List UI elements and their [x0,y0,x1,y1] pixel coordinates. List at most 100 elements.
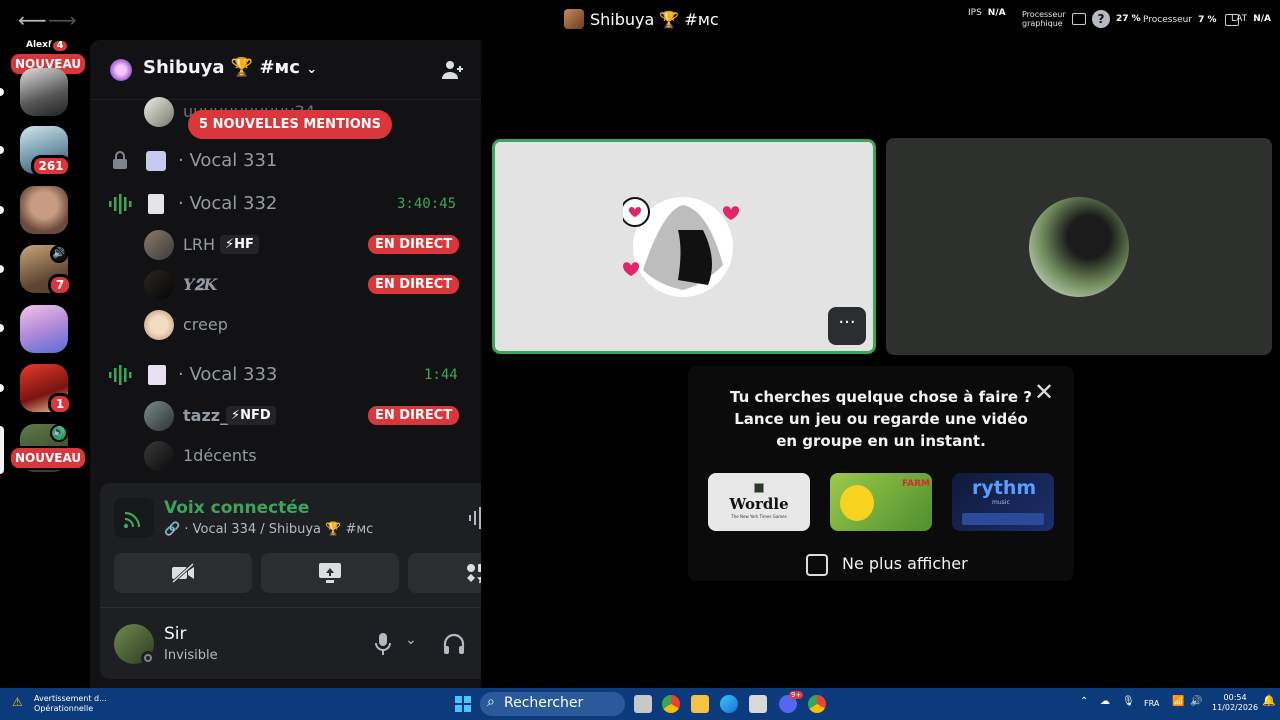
add-member-icon[interactable] [440,58,464,82]
chevron-down-icon[interactable]: ⌄ [405,632,417,648]
search-icon: ⌕ [487,694,495,710]
wordle-grid-icon [754,483,764,493]
hud-gpu-label-1: Processeur [1022,10,1066,19]
volume-icon[interactable]: 🔊 [1190,697,1202,707]
warning-status: Opérationnelle [34,704,94,713]
avatar [144,441,174,471]
headphones-icon[interactable] [442,632,466,656]
rail-badge-261: 261 [31,155,71,177]
server-badge-icon [110,59,132,81]
voice-channel-331[interactable]: · Vocal 331 [90,143,481,179]
rail-badge-1: 1 [48,393,72,415]
user-row-1decents[interactable]: 1décents [90,438,481,474]
hud-ips-value: N/A [987,8,1006,18]
user-name: 1décents [183,446,257,465]
hud-lat-label: LAT [1231,14,1248,24]
my-username[interactable]: Sir [164,624,187,644]
os-taskbar: ⚠ Avertissement d... Opérationnelle ⌕ Re… [0,688,1280,720]
rail-unread-pill [0,265,4,273]
activity-suggestion-panel: ✕ Tu cherches quelque chose à faire ? La… [688,366,1074,581]
wifi-icon[interactable]: 📶 [1172,697,1184,707]
dont-show-again-checkbox[interactable] [806,554,828,576]
participant-tile-goku[interactable] [886,138,1272,355]
participant-tile-anime[interactable]: ··· [491,138,877,355]
voice-channel-path: Vocal 334 / Shibuya 🏆 #ᴍᴄ [192,522,374,537]
clock-time: 00:54 [1223,693,1247,702]
link-icon: 🔗 [164,522,181,537]
avatar [144,270,174,300]
user-tag: ⚡HF [220,235,259,254]
taskbar-notification[interactable]: ⚠ Avertissement d... Opérationnelle [12,694,107,714]
user-name: creep [183,315,228,334]
lock-icon [110,150,130,170]
camera-button[interactable] [114,553,252,593]
edge-icon[interactable] [720,695,738,713]
user-name: tazz_ [183,406,229,425]
live-badge: EN DIRECT [368,275,460,294]
task-view-icon[interactable] [634,695,652,713]
user-row-y2k[interactable]: 𝒀𝟐𝑲 EN DIRECT [90,267,481,303]
avatar [144,230,174,260]
screen-share-icon [319,563,341,583]
channel-name: · Vocal 332 [178,193,278,214]
voice-channel-333[interactable]: · Vocal 333 1:44 [90,357,481,393]
notification-bell-icon[interactable]: 🔔 [1262,695,1276,706]
channel-name: · Vocal 331 [178,150,278,171]
rail-badge-7: 7 [48,274,72,296]
user-name: 𝒀𝟐𝑲 [183,275,218,294]
speaker-icon: 🔊 [50,245,68,263]
activity-prompt: Tu cherches quelque chose à faire ? Lanc… [730,388,1032,450]
user-row-creep[interactable]: creep [90,307,481,343]
microphone-icon[interactable] [374,632,392,656]
user-name: LRH [183,235,216,254]
rail-nouveau-bottom[interactable]: NOUVEAU [9,446,88,470]
rail-unread-pill [0,384,4,392]
taskbar-search[interactable]: ⌕ Rechercher [480,692,625,716]
clock[interactable]: 00:54 11/02/2026 [1212,693,1258,713]
help-icon[interactable]: ? [1092,10,1110,28]
avatar [144,310,174,340]
channel-timer: 3:40:45 [397,196,457,212]
back-arrow-icon[interactable]: ⟵ [18,8,47,32]
activity-card-rythm[interactable]: rythm music [952,473,1054,531]
hud-gpu-value: 27 % [1116,14,1141,24]
voice-stage: ··· ✕ Tu cherches quelque chose à faire … [481,40,1280,688]
voice-channel-link[interactable]: 🔗 · Vocal 334 / Shibuya 🏆 #ᴍᴄ [164,522,373,537]
server-header[interactable]: Shibuya 🏆 #ᴍᴄ ⌄ [90,40,481,100]
channel-emoji-icon [146,151,166,171]
windows-start-icon[interactable] [455,696,471,712]
activity-card-farm[interactable]: FARM [830,473,932,531]
user-row-lrh[interactable]: LRH ⚡HF EN DIRECT [90,227,481,263]
language-indicator[interactable]: FRA [1144,699,1159,709]
hud-lat: LAT N/A [1231,14,1271,24]
mic-tray-icon[interactable]: 🎙 [1122,697,1135,707]
chevron-up-icon[interactable]: ⌃ [1080,697,1088,707]
voice-activity-icon [109,194,132,214]
hud-ips: IPS N/A [968,8,1006,18]
server-icon-dark-art[interactable] [20,68,68,116]
voice-channel-332[interactable]: · Vocal 332 3:40:45 [90,186,481,222]
rail-unread-pill [0,324,4,332]
speaker-active-icon: 🔊 [50,424,68,442]
server-icon-pink[interactable] [20,305,68,353]
channel-sidebar: Shibuya 🏆 #ᴍᴄ ⌄ uuuuuuuuuuu34 5 NOUVELLE… [90,40,560,688]
cloud-icon[interactable]: ☁ [1100,697,1110,707]
user-row-tazz[interactable]: tazz_ ⚡NFD EN DIRECT [90,398,481,434]
activity-card-wordle[interactable]: Wordle The New York Times Games [708,473,810,531]
hud-cpu: Processeur 7 % [1143,14,1239,26]
discord-badge: 9+ [789,691,804,699]
file-explorer-icon[interactable] [691,695,709,713]
more-options-icon[interactable]: ··· [828,307,866,345]
server-icon-face[interactable] [20,186,68,234]
chrome-profile-icon[interactable] [808,695,826,713]
store-icon[interactable] [749,695,767,713]
new-mentions-banner[interactable]: 5 NOUVELLES MENTIONS [188,110,393,139]
forward-arrow-icon[interactable]: ⟶ [48,8,77,32]
signal-icon[interactable] [114,498,154,538]
screen-share-button[interactable] [261,553,399,593]
channel-name: · Vocal 333 [178,364,278,385]
channel-emoji-icon [148,365,166,385]
voice-connected-title[interactable]: Voix connectée [164,498,309,518]
close-icon[interactable]: ✕ [1034,378,1054,406]
chrome-icon[interactable] [662,695,680,713]
